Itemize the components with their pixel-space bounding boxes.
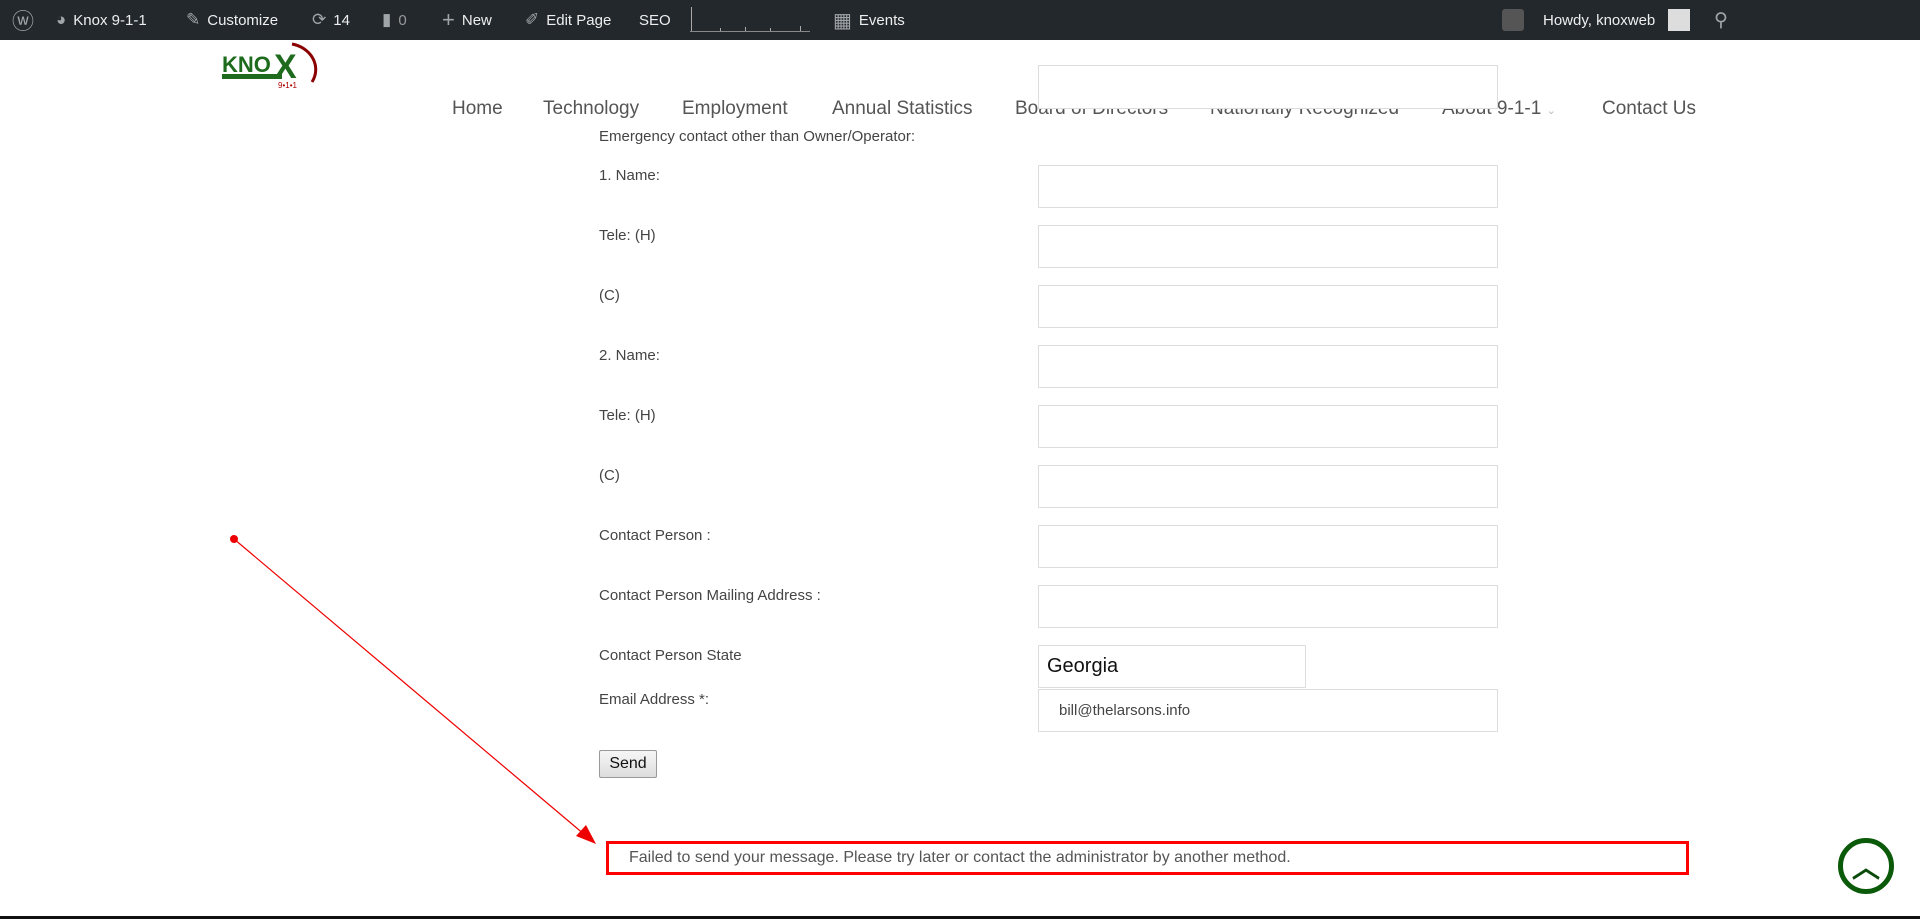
annotation-arrow: [230, 535, 596, 844]
chevron-up-icon: ︿: [1851, 852, 1880, 883]
error-message: Failed to send your message. Please try …: [606, 841, 1689, 875]
scroll-to-top-button[interactable]: ︿: [1838, 838, 1894, 894]
